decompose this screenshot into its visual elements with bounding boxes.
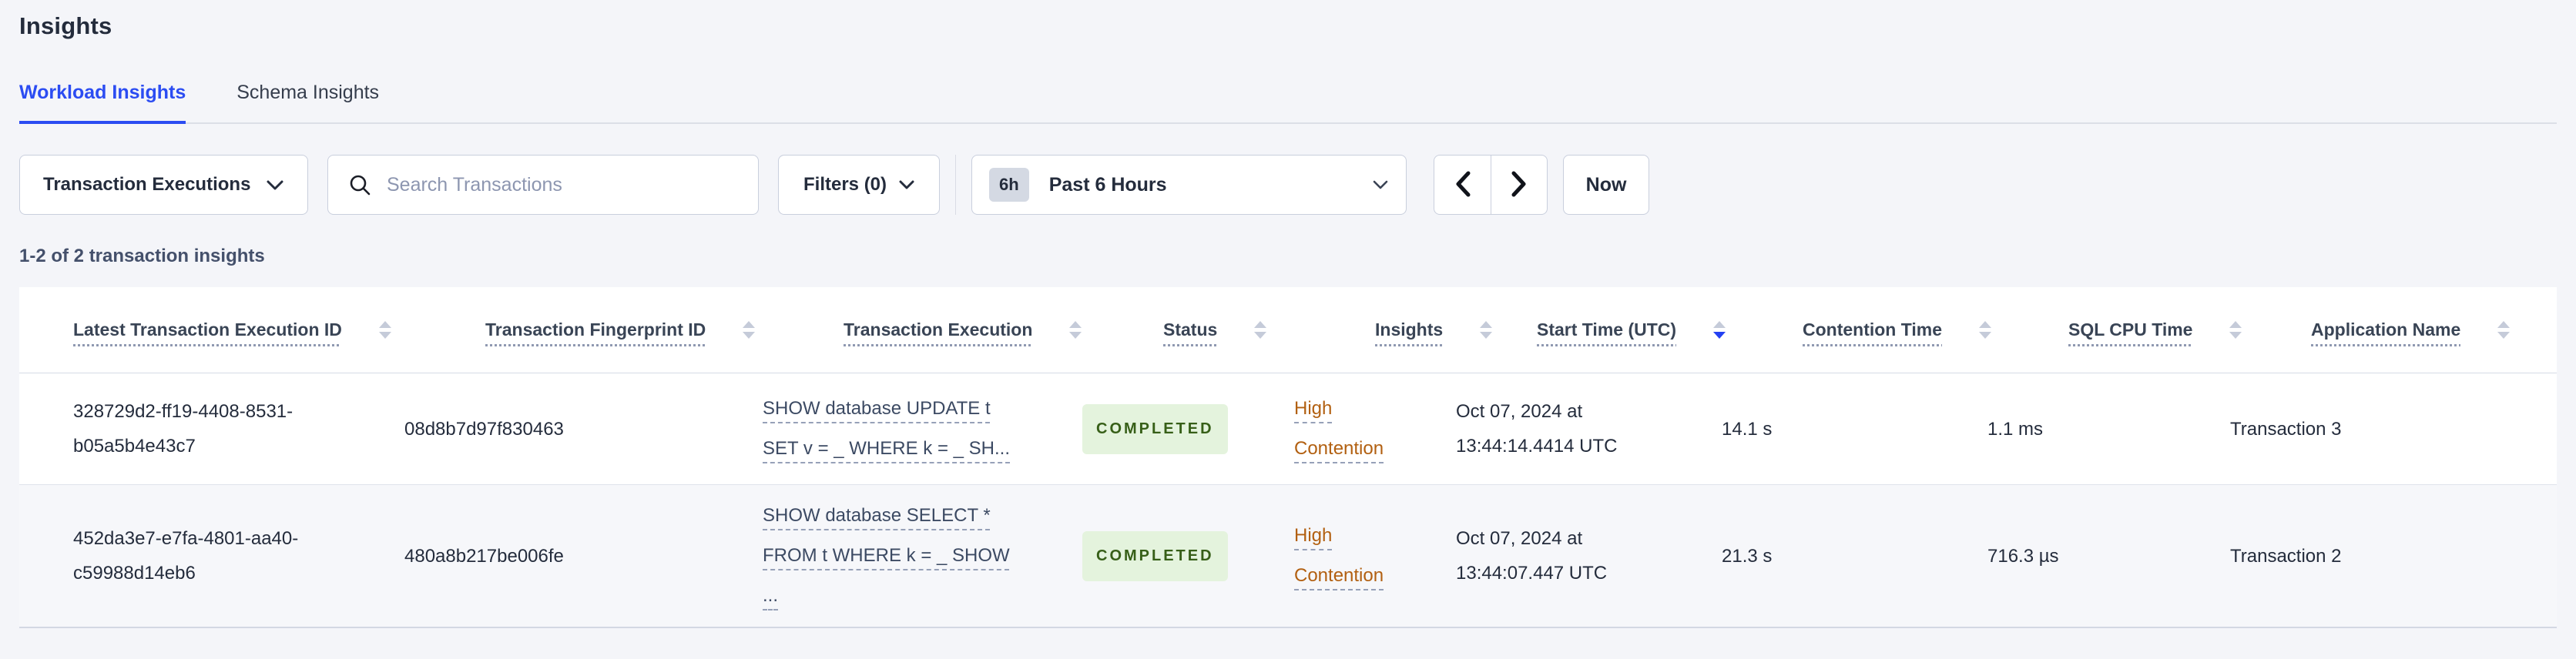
statement-text: SET v = _ WHERE k = _ SH... <box>763 438 1010 459</box>
contention-time-cell: 14.1 s <box>1722 418 1773 440</box>
statement-text: SHOW database SELECT * <box>763 505 991 526</box>
status-cell: COMPLETED <box>1082 403 1294 454</box>
sort-icon[interactable] <box>1979 321 1992 339</box>
column-header-label[interactable]: Latest Transaction Execution ID <box>73 319 342 340</box>
contention-time-cell: 21.3 s <box>1722 545 1773 567</box>
previous-time-range-button[interactable] <box>1434 156 1491 214</box>
column-header-start-time: Start Time (UTC) <box>1537 319 1803 340</box>
execution-type-dropdown[interactable]: Transaction Executions <box>19 155 308 215</box>
transaction-execution-cell: SHOW database SELECT * FROM t WHERE k = … <box>763 496 1082 616</box>
insights-table: Latest Transaction Execution ID Transact… <box>19 287 2557 628</box>
status-badge: COMPLETED <box>1082 403 1228 454</box>
status-cell: COMPLETED <box>1082 530 1294 581</box>
application-name-cell: Transaction 3 <box>2230 418 2342 440</box>
statement-text: ... <box>763 585 779 606</box>
status-badge: COMPLETED <box>1082 530 1228 581</box>
chevron-left-icon <box>1454 170 1472 200</box>
column-header-insights: Insights <box>1375 319 1537 340</box>
statement-text: FROM t WHERE k = _ SHOW <box>763 545 1010 566</box>
table-row: 452da3e7-e7fa-4801-aa40-c59988d14eb6 480… <box>19 485 2557 628</box>
table-header-row: Latest Transaction Execution ID Transact… <box>19 287 2557 373</box>
start-time-clock: 13:44:07.447 UTC <box>1456 563 1608 584</box>
insights-page: Insights Workload Insights Schema Insigh… <box>0 0 2576 659</box>
transaction-execution-link[interactable]: SHOW database UPDATE t SET v = _ WHERE k… <box>763 389 1052 469</box>
search-icon <box>348 173 371 196</box>
column-header-contention-time: Contention Time <box>1803 319 2068 340</box>
sql-cpu-time-cell: 1.1 ms <box>1987 418 2044 440</box>
transaction-fingerprint-id: 08d8b7d97f830463 <box>404 418 564 440</box>
column-header-application-name: Application Name <box>2311 319 2542 340</box>
column-header-sql-cpu-time: SQL CPU Time <box>2068 319 2311 340</box>
time-range-label: Past 6 Hours <box>1048 173 1167 196</box>
start-time-date: Oct 07, 2024 at <box>1456 401 1583 422</box>
now-button[interactable]: Now <box>1563 155 1650 215</box>
time-range-pager <box>1434 155 1548 215</box>
chevron-down-icon <box>266 179 284 191</box>
start-time-cell: Oct 07, 2024 at 13:44:14.4414 UTC <box>1456 394 1722 463</box>
toolbar-divider <box>955 155 957 215</box>
latest-transaction-execution-id: 328729d2-ff19-4408-8531-b05a5b4e43c7 <box>73 401 293 457</box>
column-header-label[interactable]: Start Time (UTC) <box>1537 319 1676 340</box>
execution-type-dropdown-label: Transaction Executions <box>43 174 251 195</box>
sort-icon[interactable] <box>2229 321 2242 339</box>
start-time-cell: Oct 07, 2024 at 13:44:07.447 UTC <box>1456 521 1722 590</box>
search-input[interactable] <box>387 173 738 196</box>
column-header-latest-transaction-execution-id: Latest Transaction Execution ID <box>73 319 485 340</box>
toolbar: Transaction Executions Filters (0) 6h Pa… <box>19 155 2557 215</box>
filters-button-label: Filters (0) <box>803 174 887 195</box>
results-summary: 1-2 of 2 transaction insights <box>19 246 265 266</box>
application-name-cell: Transaction 2 <box>2230 545 2342 567</box>
sort-icon[interactable] <box>2497 321 2511 339</box>
transaction-fingerprint-id: 480a8b217be006fe <box>404 545 564 567</box>
table-row: 328729d2-ff19-4408-8531-b05a5b4e43c7 08d… <box>19 373 2557 485</box>
sort-icon[interactable] <box>743 321 756 339</box>
search-box[interactable] <box>327 155 759 215</box>
chevron-down-icon <box>1372 179 1389 190</box>
sort-icon[interactable] <box>378 321 391 339</box>
column-header-status: Status <box>1163 319 1375 340</box>
tab-workload-insights[interactable]: Workload Insights <box>19 82 186 124</box>
column-header-label[interactable]: SQL CPU Time <box>2068 319 2192 340</box>
filters-button[interactable]: Filters (0) <box>778 155 941 215</box>
transaction-execution-link[interactable]: SHOW database SELECT * FROM t WHERE k = … <box>763 496 1052 616</box>
chevron-down-icon <box>899 179 914 190</box>
tab-schema-insights[interactable]: Schema Insights <box>236 82 379 122</box>
sort-icon[interactable] <box>1254 321 1267 339</box>
page-title: Insights <box>19 12 112 39</box>
time-range-picker[interactable]: 6h Past 6 Hours <box>971 155 1407 215</box>
column-header-label[interactable]: Transaction Execution <box>844 319 1032 340</box>
latest-transaction-execution-id: 452da3e7-e7fa-4801-aa40-c59988d14eb6 <box>73 528 299 584</box>
column-header-label[interactable]: Application Name <box>2311 319 2460 340</box>
start-time-clock: 13:44:14.4414 UTC <box>1456 436 1618 457</box>
column-header-transaction-execution: Transaction Execution <box>844 319 1163 340</box>
column-header-label[interactable]: Contention Time <box>1803 319 1942 340</box>
sort-icon-descending-active[interactable] <box>1713 321 1726 339</box>
column-header-label[interactable]: Status <box>1163 319 1217 340</box>
time-range-badge: 6h <box>989 168 1029 202</box>
high-contention-link[interactable]: High Contention <box>1294 516 1402 596</box>
sort-icon[interactable] <box>1480 321 1493 339</box>
sort-icon[interactable] <box>1069 321 1082 339</box>
insights-cell: High Contention <box>1294 389 1456 469</box>
next-time-range-button[interactable] <box>1491 156 1547 214</box>
transaction-execution-cell: SHOW database UPDATE t SET v = _ WHERE k… <box>763 389 1082 469</box>
column-header-label[interactable]: Transaction Fingerprint ID <box>485 319 706 340</box>
insights-cell: High Contention <box>1294 516 1456 596</box>
chevron-right-icon <box>1510 170 1528 200</box>
high-contention-link[interactable]: High Contention <box>1294 389 1402 469</box>
column-header-label[interactable]: Insights <box>1375 319 1443 340</box>
column-header-transaction-fingerprint-id: Transaction Fingerprint ID <box>485 319 844 340</box>
tab-bar: Workload Insights Schema Insights <box>19 82 2557 124</box>
sql-cpu-time-cell: 716.3 µs <box>1987 545 2059 567</box>
statement-text: SHOW database UPDATE t <box>763 398 991 419</box>
start-time-date: Oct 07, 2024 at <box>1456 528 1583 549</box>
